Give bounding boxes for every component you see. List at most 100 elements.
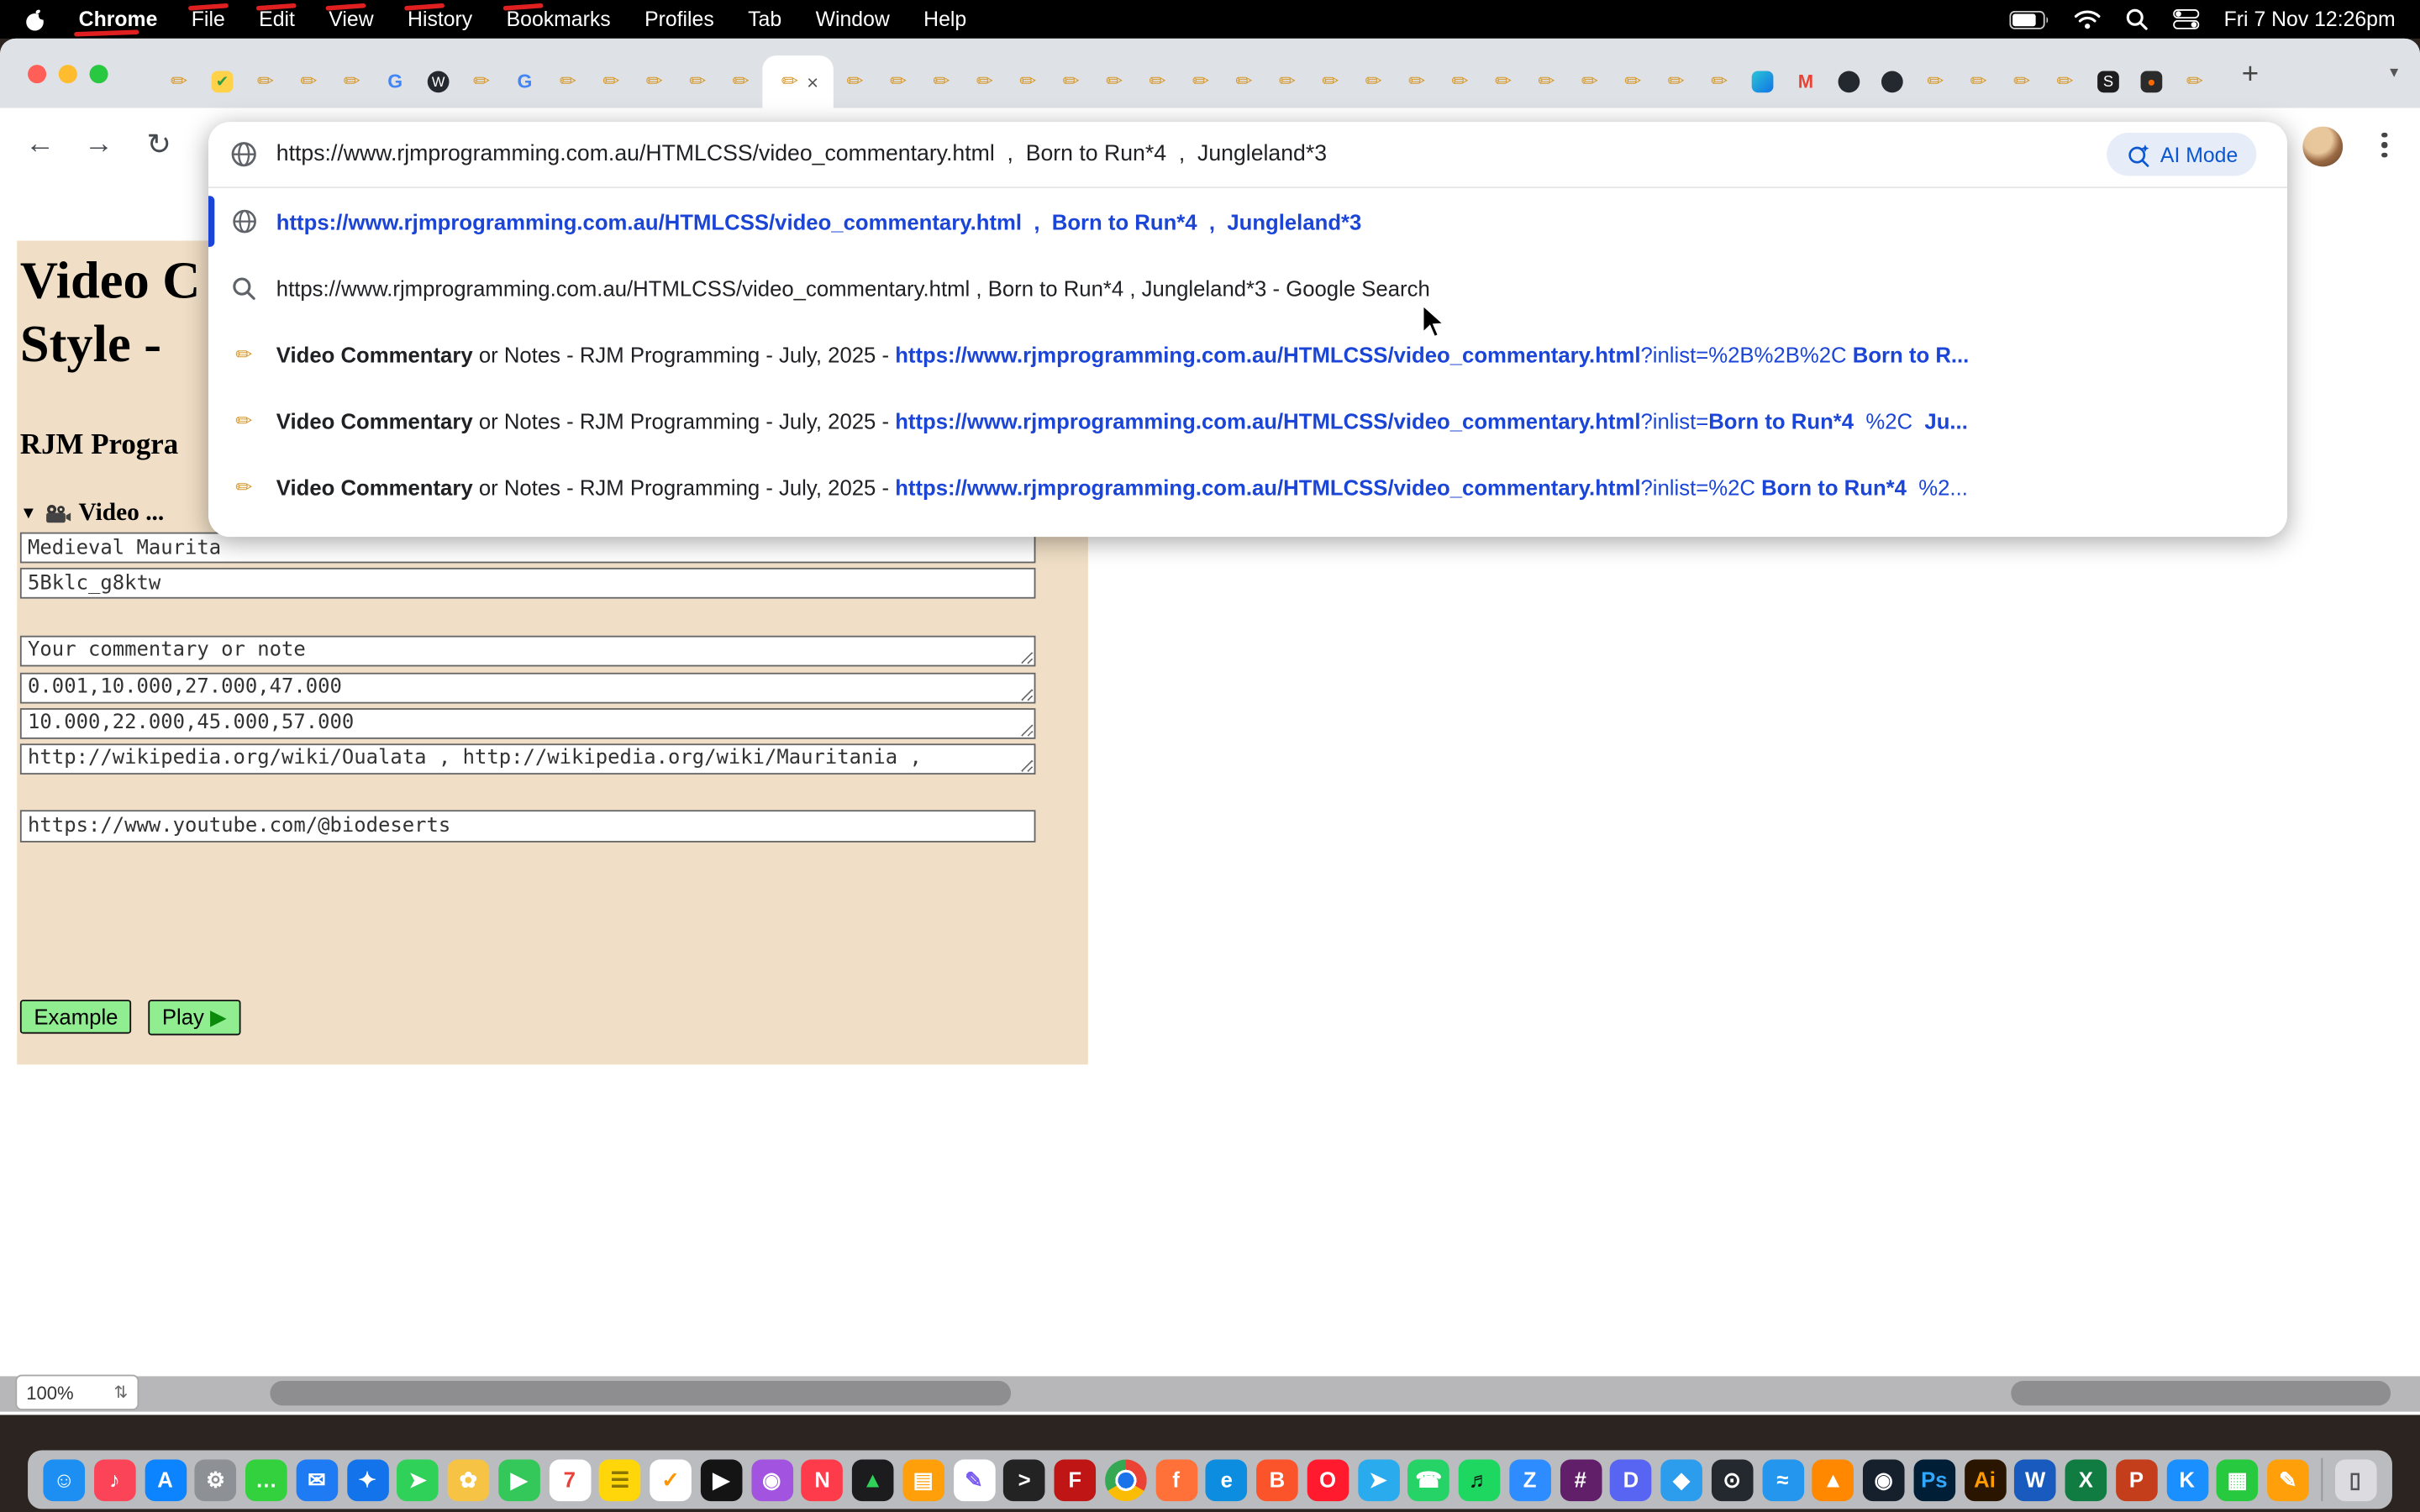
dock-app-notes-icon[interactable]: ☰	[599, 1459, 641, 1501]
dock-app-settings-icon[interactable]: ⚙	[195, 1459, 237, 1501]
dock-app-finder-icon[interactable]: ☺	[43, 1459, 85, 1501]
tab[interactable]	[1741, 55, 1784, 108]
scrollbar-thumb[interactable]	[270, 1381, 1011, 1405]
tab[interactable]: ✏	[2173, 55, 2216, 108]
close-window-button[interactable]	[28, 65, 46, 83]
tab[interactable]: ✏	[1481, 55, 1524, 108]
wifi-icon[interactable]	[2074, 9, 2100, 29]
tab[interactable]: ✏	[2000, 55, 2043, 108]
dock-app-docker-icon[interactable]: ≈	[1762, 1459, 1804, 1501]
dock-app-photos-icon[interactable]: ✿	[448, 1459, 490, 1501]
dock-app-tv-icon[interactable]: ▶	[700, 1459, 742, 1501]
tab[interactable]: ✏	[1395, 55, 1438, 108]
zoom-stepper-icon[interactable]: ⇅	[114, 1383, 129, 1403]
tab[interactable]: ✔	[201, 55, 244, 108]
tab[interactable]	[1870, 55, 1913, 108]
tab[interactable]: ✏	[876, 55, 919, 108]
zoom-window-button[interactable]	[90, 65, 108, 83]
dock-app-vscode-icon[interactable]: ◆	[1660, 1459, 1702, 1501]
menu-edit[interactable]: Edit	[242, 0, 312, 39]
tab[interactable]: ✏	[676, 55, 718, 108]
dock-app-firefox-icon[interactable]: f	[1155, 1459, 1197, 1501]
tab[interactable]: ✏	[330, 55, 373, 108]
dock-app-zoom-icon[interactable]: Z	[1509, 1459, 1551, 1501]
tab[interactable]: ✏	[834, 55, 876, 108]
dock-app-whatsapp-icon[interactable]: ☎	[1408, 1459, 1450, 1501]
zoom-widget[interactable]: 100% ⇅	[15, 1375, 139, 1410]
battery-icon[interactable]	[2009, 10, 2049, 29]
dock-app-brave-icon[interactable]: B	[1256, 1459, 1298, 1501]
tab[interactable]: ✏	[1007, 55, 1050, 108]
tab[interactable]: ✏	[1525, 55, 1568, 108]
tab[interactable]: ✏	[1223, 55, 1265, 108]
channel-url-input[interactable]	[20, 810, 1036, 843]
tab[interactable]: ✏	[590, 55, 633, 108]
tab[interactable]: ✏	[1439, 55, 1481, 108]
dock-app-podcasts-icon[interactable]: ◉	[751, 1459, 793, 1501]
tab[interactable]: G	[373, 55, 416, 108]
dock-app-opera-icon[interactable]: O	[1307, 1459, 1349, 1501]
tab[interactable]: ✏	[1179, 55, 1222, 108]
tab[interactable]: ✏	[244, 55, 287, 108]
dock-app-chrome-icon[interactable]	[1105, 1459, 1147, 1501]
tab[interactable]: ✏	[633, 55, 676, 108]
forward-button[interactable]: →	[77, 123, 120, 166]
control-center-icon[interactable]	[2173, 9, 2199, 29]
example-button[interactable]: Example	[20, 1000, 132, 1033]
chrome-menu-button[interactable]	[2374, 123, 2396, 166]
omnibox-text[interactable]: https://www.rjmprogramming.com.au/HTMLCS…	[276, 142, 1327, 166]
dock-app-edge-icon[interactable]: e	[1206, 1459, 1248, 1501]
menu-clock[interactable]: Fri 7 Nov 12:26pm	[2224, 8, 2396, 31]
new-tab-button[interactable]: +	[2233, 59, 2267, 92]
tab[interactable]: ✏	[719, 55, 762, 108]
spotlight-icon[interactable]	[2125, 8, 2149, 31]
menu-file[interactable]: File	[175, 0, 242, 39]
tab-active[interactable]: ✏×	[762, 55, 833, 108]
dock-app-terminal-icon[interactable]: >	[1003, 1459, 1045, 1501]
apple-menu[interactable]	[0, 7, 61, 31]
dock-app-facetime-icon[interactable]: ▶	[498, 1459, 540, 1501]
dock-app-maps-icon[interactable]: ➤	[397, 1459, 439, 1501]
dock-app-photoshop-icon[interactable]: Ps	[1913, 1459, 1955, 1501]
dock-app-powerpoint-icon[interactable]: P	[2116, 1459, 2158, 1501]
tab[interactable]: ✏	[157, 55, 200, 108]
dock-app-reminders-icon[interactable]: ✓	[650, 1459, 692, 1501]
dock-app-safari-icon[interactable]: ✦	[346, 1459, 388, 1501]
dock-app-vlc-icon[interactable]: ▲	[1812, 1459, 1854, 1501]
dock-app-mail-icon[interactable]: ✉	[296, 1459, 338, 1501]
tab[interactable]: ✏	[920, 55, 963, 108]
suggestion-row-2[interactable]: https://www.rjmprogramming.com.au/HTMLCS…	[208, 255, 2287, 321]
menu-bookmarks[interactable]: Bookmarks	[489, 0, 627, 39]
tab[interactable]: ✏	[1612, 55, 1655, 108]
commentary-textarea[interactable]: Your commentary or note	[20, 636, 1036, 667]
suggestion-row-4[interactable]: ✏Video Commentary or Notes - RJM Program…	[208, 387, 2287, 454]
dock-app-excel-icon[interactable]: X	[2065, 1459, 2107, 1501]
tab[interactable]: W	[417, 55, 460, 108]
dock-app-music-icon[interactable]: ♪	[94, 1459, 136, 1501]
dock-app-stocks-icon[interactable]: ▲	[852, 1459, 894, 1501]
minimize-window-button[interactable]	[59, 65, 77, 83]
dock-app-books-icon[interactable]: ▤	[902, 1459, 944, 1501]
tab[interactable]: ✏	[1697, 55, 1740, 108]
menu-chrome[interactable]: Chrome	[61, 0, 174, 39]
dock-app-numbers-icon[interactable]: ▦	[2217, 1459, 2259, 1501]
end-times-textarea[interactable]: 10.000,22.000,45.000,57.000	[20, 708, 1036, 739]
tab[interactable]: ✏	[1914, 55, 1957, 108]
suggestion-row-5[interactable]: ✏Video Commentary or Notes - RJM Program…	[208, 454, 2287, 520]
tab[interactable]: ✏	[1136, 55, 1179, 108]
tab-search-chevron-icon[interactable]: ▾	[2390, 61, 2398, 81]
menu-tab[interactable]: Tab	[731, 0, 798, 39]
tab[interactable]: ✏	[1655, 55, 1697, 108]
video-details-summary[interactable]: ▼ Video ...	[20, 500, 164, 528]
ai-mode-button[interactable]: AI Mode	[2107, 133, 2257, 176]
dock-app-trash-icon[interactable]: ▯	[2334, 1459, 2376, 1501]
tab-close-icon[interactable]: ×	[807, 71, 818, 92]
scrollbar-thumb[interactable]	[2011, 1381, 2391, 1405]
dock-app-pages-icon[interactable]: ✎	[2267, 1459, 2309, 1501]
menu-profiles[interactable]: Profiles	[628, 0, 731, 39]
play-button[interactable]: Play ▶	[148, 1000, 240, 1035]
dock-app-telegram-icon[interactable]: ➤	[1357, 1459, 1399, 1501]
tab[interactable]	[1828, 55, 1870, 108]
dock-app-calendar-icon[interactable]: 7	[549, 1459, 591, 1501]
tab[interactable]: ✏	[2044, 55, 2086, 108]
